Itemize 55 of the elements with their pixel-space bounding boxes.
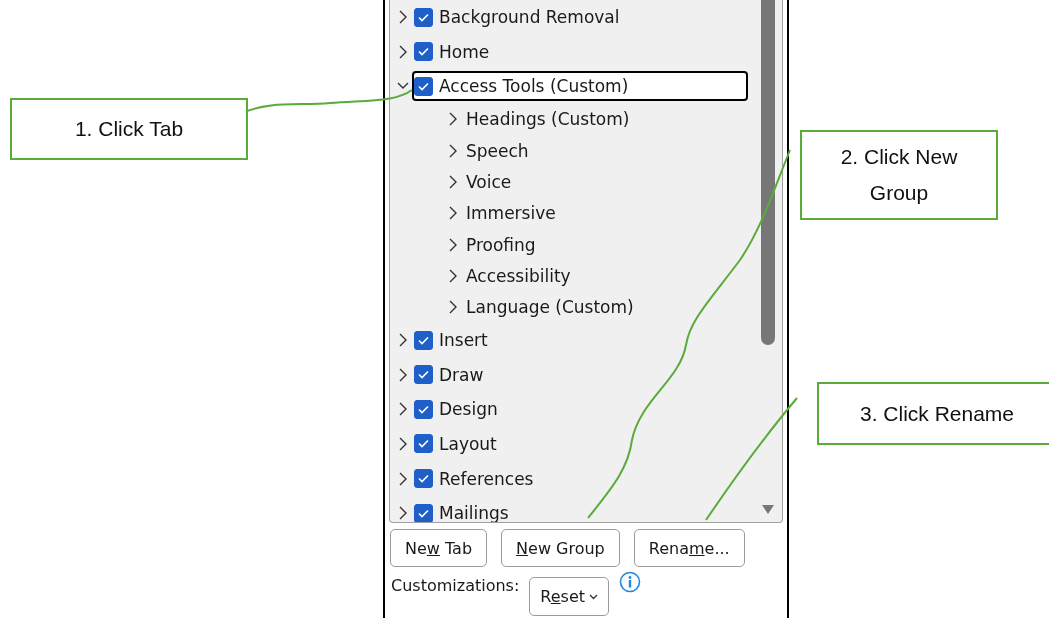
tab-label: Access Tools (Custom) (438, 75, 630, 99)
group-item[interactable]: Speech (464, 135, 531, 166)
check-icon (418, 47, 429, 57)
checkbox[interactable] (414, 434, 433, 454)
checkbox[interactable] (414, 503, 433, 522)
tree-item[interactable]: Insert (412, 325, 492, 356)
action-button[interactable]: New Group (501, 529, 620, 567)
callout-note: 1. Click Tab (10, 98, 248, 160)
reset-dropdown[interactable]: Reset (529, 577, 610, 616)
group-item[interactable]: Headings (Custom) (464, 104, 632, 135)
tab-label: Design (438, 398, 499, 422)
tree-item[interactable]: Draw (412, 359, 488, 390)
tab-label: Home (438, 40, 491, 64)
tree-item[interactable]: Design (412, 394, 502, 425)
tree-item[interactable]: References (412, 463, 538, 494)
check-icon (418, 439, 429, 449)
tab-label: Insert (438, 329, 489, 353)
check-icon (418, 370, 429, 380)
scroll-down-icon[interactable] (762, 505, 774, 514)
tree-item[interactable]: Background Removal (412, 2, 624, 33)
tab-label: Draw (438, 363, 485, 387)
check-icon (418, 335, 429, 345)
checkbox[interactable] (414, 330, 433, 350)
group-item[interactable]: Language (Custom) (464, 292, 636, 323)
group-item[interactable]: Immersive (464, 198, 558, 229)
callout-note: 2. Click New Group (800, 130, 998, 220)
check-icon (418, 508, 429, 518)
info-icon[interactable] (619, 571, 642, 593)
checkbox[interactable] (414, 7, 433, 27)
tree-item[interactable]: Layout (412, 428, 501, 459)
scrollbar-thumb[interactable] (761, 0, 775, 345)
action-button[interactable]: Rename... (633, 529, 745, 567)
check-icon (418, 12, 429, 22)
group-item[interactable]: Accessibility (464, 260, 573, 291)
group-item[interactable]: Voice (464, 167, 514, 197)
action-button[interactable]: New Tab (390, 529, 488, 567)
checkbox[interactable] (414, 399, 433, 419)
tab-label: Mailings (438, 502, 510, 522)
tab-label: References (438, 467, 535, 491)
check-icon (418, 404, 429, 414)
checkbox[interactable] (414, 365, 433, 385)
callout-note: 3. Click Rename (817, 382, 1049, 445)
customizations-label: Customizations: (391, 576, 520, 595)
checkbox[interactable] (414, 469, 433, 489)
checkbox[interactable] (414, 77, 433, 96)
tab-label: Background Removal (438, 6, 621, 30)
tree-item[interactable]: Mailings (412, 498, 513, 522)
check-icon (418, 474, 429, 484)
tree-item[interactable]: Home (412, 36, 494, 67)
caret-icon (589, 593, 599, 600)
tree-item[interactable]: Access Tools (Custom) (412, 71, 749, 102)
group-item[interactable]: Proofing (464, 229, 538, 260)
check-icon (418, 82, 429, 91)
tab-label: Layout (438, 432, 498, 456)
checkbox[interactable] (414, 42, 433, 62)
